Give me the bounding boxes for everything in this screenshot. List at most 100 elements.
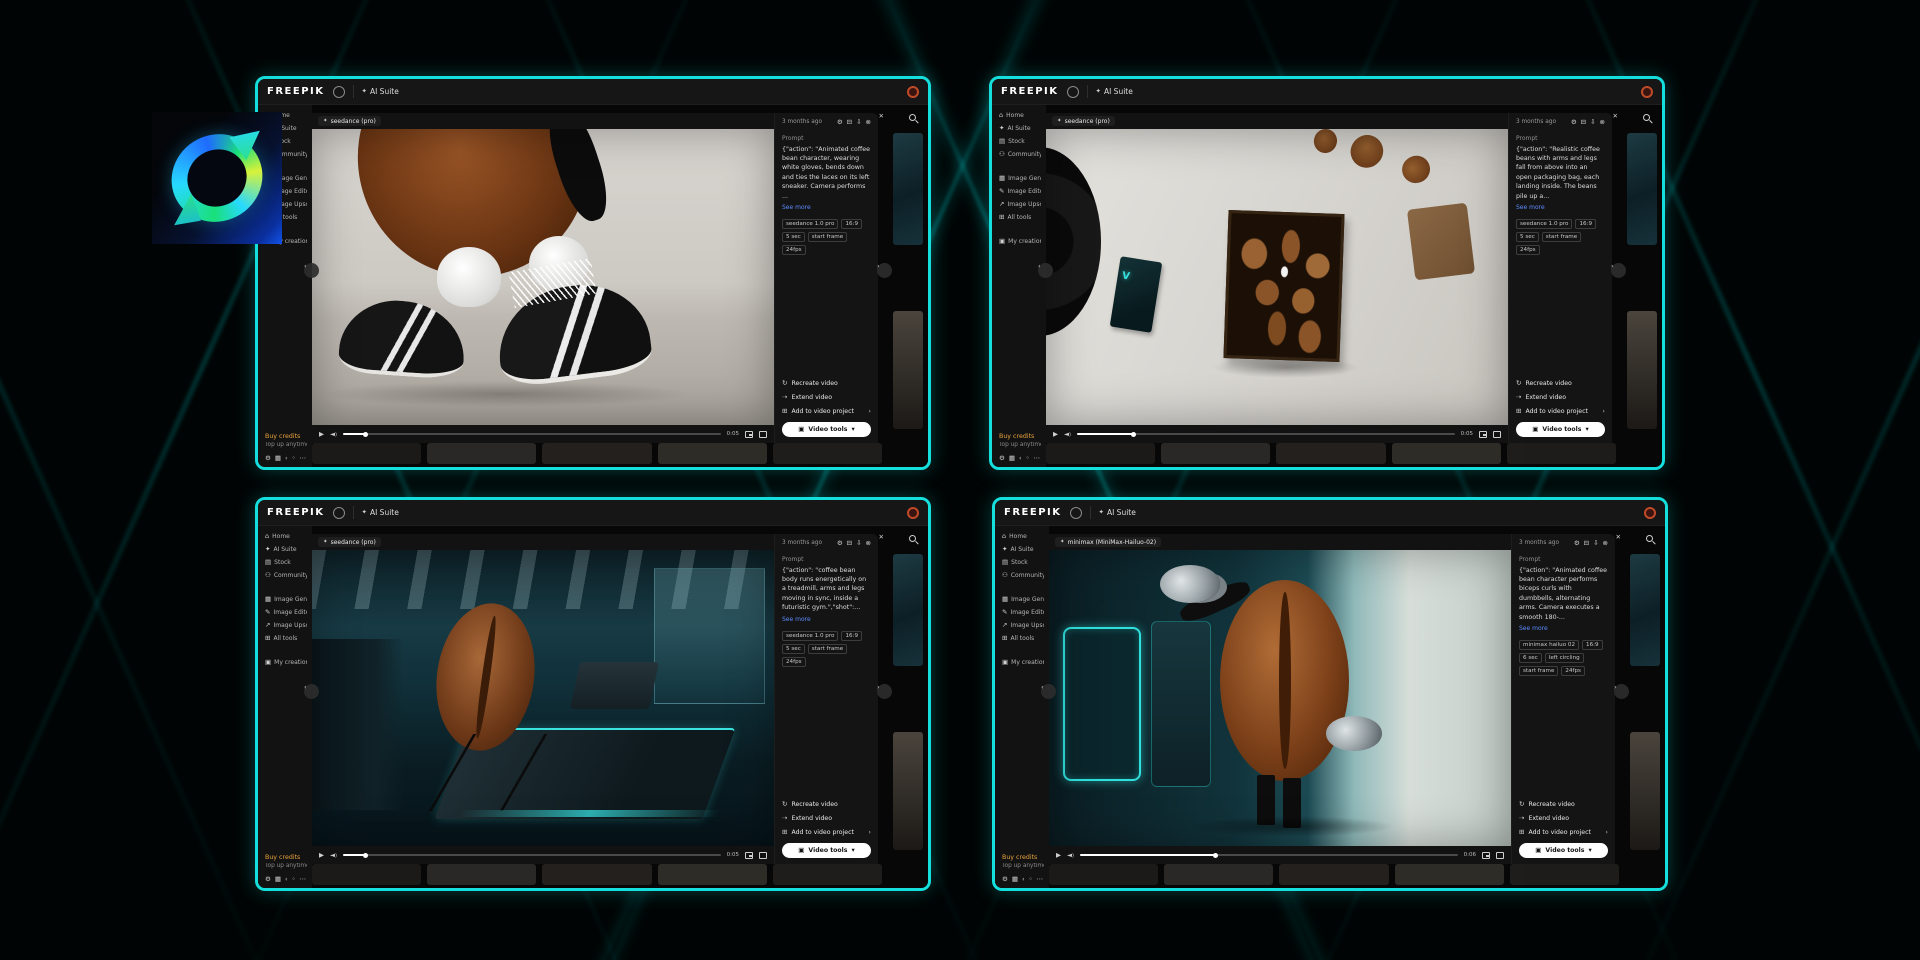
buy-credits-link[interactable]: Buy credits	[265, 433, 307, 440]
settings-icon[interactable]	[1574, 540, 1580, 547]
volume-button[interactable]	[1067, 852, 1074, 859]
volume-button[interactable]	[1064, 431, 1071, 438]
sidebar-item-stock[interactable]: Stock	[265, 559, 307, 566]
recreate-video-button[interactable]: Recreate video	[1516, 380, 1605, 387]
sidebar-item-home[interactable]: Home	[265, 533, 307, 540]
extend-video-button[interactable]: Extend video	[1516, 394, 1605, 401]
premium-badge-icon[interactable]	[1067, 86, 1079, 98]
close-button[interactable]	[879, 534, 884, 541]
collapse-icon[interactable]	[1022, 876, 1025, 883]
progress-bar[interactable]	[1077, 433, 1455, 435]
collection-icon[interactable]	[1584, 540, 1589, 547]
premium-badge-icon[interactable]	[1070, 507, 1082, 519]
pip-button[interactable]	[745, 431, 753, 438]
model-chip[interactable]: seedance (pro)	[1052, 116, 1115, 126]
collection-icon[interactable]	[847, 540, 852, 547]
see-more-link[interactable]: See more	[1516, 204, 1605, 211]
related-thumbnail[interactable]	[893, 133, 923, 245]
sidebar-item-community[interactable]: Community	[265, 572, 307, 579]
premium-badge-icon[interactable]	[333, 507, 345, 519]
see-more-link[interactable]: See more	[782, 204, 871, 211]
search-icon[interactable]	[909, 535, 918, 544]
fullscreen-button[interactable]	[1496, 852, 1504, 859]
sidebar-item-community[interactable]: Community	[1002, 572, 1044, 579]
sidebar-item-my-creations[interactable]: My creations	[265, 659, 307, 666]
progress-bar[interactable]	[343, 433, 721, 435]
tab-ai-suite[interactable]: AI Suite	[1099, 508, 1136, 517]
fullscreen-button[interactable]	[759, 431, 767, 438]
delete-icon[interactable]	[866, 540, 871, 547]
delete-icon[interactable]	[1603, 540, 1608, 547]
sidebar-item-my-creations[interactable]: My creations	[1002, 659, 1044, 666]
prev-arrow-button[interactable]	[304, 263, 319, 278]
sidebar-item-image-upscaler[interactable]: Image Upscaler	[1002, 622, 1044, 629]
related-thumbnail[interactable]	[893, 732, 923, 850]
add-to-video-project-button[interactable]: Add to video project	[1519, 829, 1608, 836]
settings-icon[interactable]	[999, 455, 1005, 462]
see-more-link[interactable]: See more	[782, 616, 871, 623]
close-button[interactable]	[1613, 113, 1618, 120]
related-thumbnail[interactable]	[1627, 133, 1657, 245]
video-frame[interactable]	[312, 129, 774, 425]
fullscreen-button[interactable]	[1493, 431, 1501, 438]
add-to-video-project-button[interactable]: Add to video project	[1516, 408, 1605, 415]
next-arrow-button[interactable]	[877, 684, 892, 699]
model-chip[interactable]: minimax (MiniMax-Hailuo-02)	[1055, 537, 1161, 547]
buy-credits-link[interactable]: Buy credits	[1002, 854, 1044, 861]
related-thumbnail[interactable]	[1630, 732, 1660, 850]
extend-video-button[interactable]: Extend video	[1519, 815, 1608, 822]
apps-icon[interactable]	[275, 876, 281, 883]
download-icon[interactable]	[856, 540, 861, 547]
buy-credits-link[interactable]: Buy credits	[999, 433, 1041, 440]
volume-button[interactable]	[330, 852, 337, 859]
more-icon[interactable]	[1036, 876, 1043, 883]
see-more-link[interactable]: See more	[1519, 625, 1608, 632]
volume-button[interactable]	[330, 431, 337, 438]
more-icon[interactable]	[299, 876, 306, 883]
pip-button[interactable]	[1482, 852, 1490, 859]
play-button[interactable]	[1056, 852, 1061, 859]
collection-icon[interactable]	[847, 119, 852, 126]
avatar[interactable]	[907, 86, 919, 98]
video-tools-button[interactable]: Video tools	[782, 843, 871, 858]
next-arrow-button[interactable]	[1611, 263, 1626, 278]
progress-bar[interactable]	[1080, 854, 1458, 856]
sidebar-item-image-upscaler[interactable]: Image Upscaler	[999, 201, 1041, 208]
collapse-icon[interactable]	[285, 876, 288, 883]
settings-icon[interactable]	[265, 455, 271, 462]
settings-icon[interactable]	[1571, 119, 1577, 126]
sidebar-item-image-editor[interactable]: Image Editor	[265, 609, 307, 616]
play-button[interactable]	[1053, 431, 1058, 438]
pip-button[interactable]	[745, 852, 753, 859]
settings-icon[interactable]	[265, 876, 271, 883]
drop-icon[interactable]	[1029, 876, 1033, 883]
sidebar-item-my-creations[interactable]: My creations	[999, 238, 1041, 245]
close-button[interactable]	[1616, 534, 1621, 541]
sidebar-item-home[interactable]: Home	[1002, 533, 1044, 540]
avatar[interactable]	[1641, 86, 1653, 98]
progress-bar[interactable]	[343, 854, 721, 856]
video-tools-button[interactable]: Video tools	[1519, 843, 1608, 858]
freepik-wordmark[interactable]: FREEPIK	[267, 86, 325, 97]
video-frame[interactable]: V	[1046, 129, 1508, 425]
related-thumbnail[interactable]	[1630, 554, 1660, 666]
sidebar-item-ai-suite[interactable]: AI Suite	[999, 125, 1041, 132]
sidebar-item-all-tools[interactable]: All tools	[999, 214, 1041, 221]
sidebar-item-image-editor[interactable]: Image Editor	[1002, 609, 1044, 616]
sidebar-item-home[interactable]: Home	[999, 112, 1041, 119]
freepik-wordmark[interactable]: FREEPIK	[1001, 86, 1059, 97]
download-icon[interactable]	[1590, 119, 1595, 126]
drop-icon[interactable]	[292, 876, 296, 883]
model-chip[interactable]: seedance (pro)	[318, 537, 381, 547]
video-tools-button[interactable]: Video tools	[1516, 422, 1605, 437]
recreate-video-button[interactable]: Recreate video	[782, 801, 871, 808]
apps-icon[interactable]	[1012, 876, 1018, 883]
video-frame[interactable]	[1049, 550, 1511, 846]
download-icon[interactable]	[1593, 540, 1598, 547]
related-thumbnail[interactable]	[893, 311, 923, 429]
sidebar-item-stock[interactable]: Stock	[999, 138, 1041, 145]
extend-video-button[interactable]: Extend video	[782, 394, 871, 401]
delete-icon[interactable]	[1600, 119, 1605, 126]
add-to-video-project-button[interactable]: Add to video project	[782, 829, 871, 836]
model-chip[interactable]: seedance (pro)	[318, 116, 381, 126]
